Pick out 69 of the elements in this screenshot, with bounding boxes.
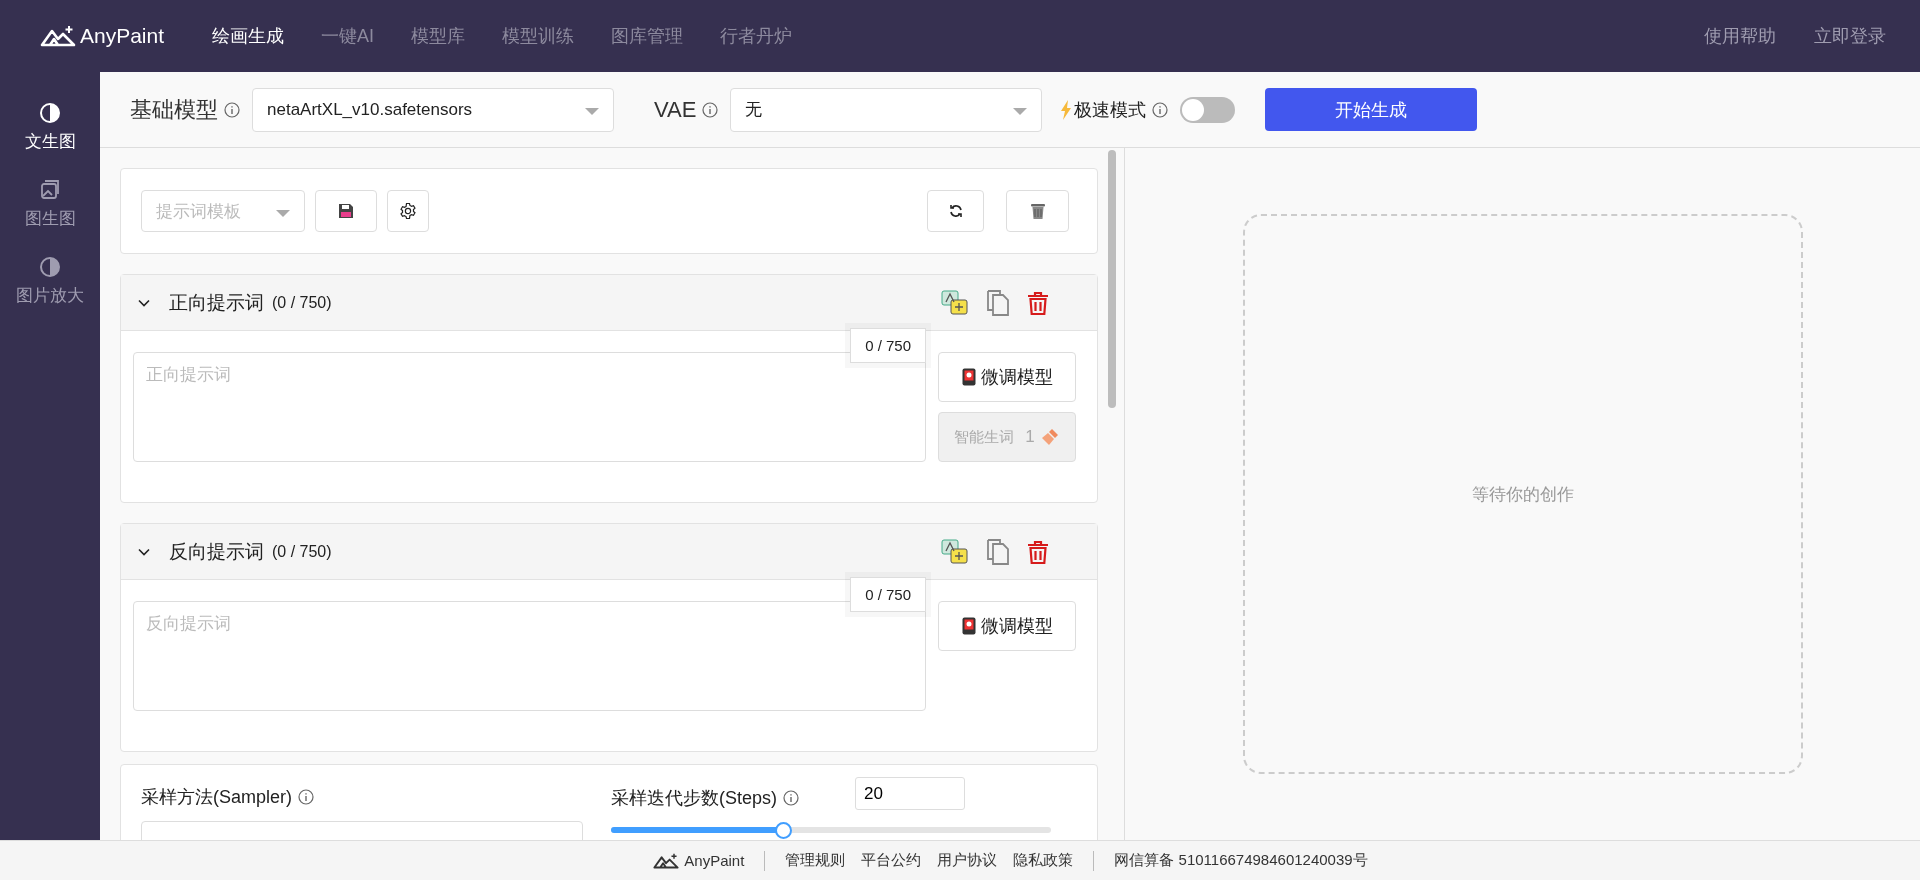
card-icon [961, 617, 976, 635]
refresh-button[interactable] [927, 190, 984, 232]
image-icon [39, 179, 61, 201]
generate-button[interactable]: 开始生成 [1265, 88, 1478, 131]
translate-icon[interactable] [941, 289, 969, 316]
nav-tab[interactable]: 模型训练 [502, 24, 574, 48]
sidebar-label: 图片放大 [16, 285, 84, 307]
icp-text: 网信算备 510116674984601240039号 [1114, 851, 1368, 870]
info-icon [1152, 101, 1169, 118]
sidebar-label: 图生图 [24, 208, 76, 230]
sidebar-item[interactable]: 文生图 [24, 102, 76, 153]
header-link[interactable]: 立即登录 [1814, 24, 1886, 48]
save-button[interactable] [315, 190, 377, 232]
vae-label: VAE [654, 96, 697, 123]
settings-button[interactable] [387, 190, 429, 232]
lora-button[interactable]: 微调模型 [938, 601, 1076, 651]
trash-button[interactable] [1006, 190, 1069, 232]
footer-link[interactable]: 隐私政策 [1013, 851, 1074, 870]
prompt-title: 反向提示词 [169, 539, 264, 564]
sidebar-label: 文生图 [24, 131, 76, 153]
save-icon [337, 202, 355, 220]
nav-tab[interactable]: 绘画生成 [212, 24, 284, 48]
turbo-toggle[interactable] [1180, 96, 1236, 123]
prompt-input[interactable]: 反向提示词 [133, 601, 926, 711]
nav-tab[interactable]: 一键AI [321, 24, 374, 48]
nav-tab[interactable]: 模型库 [411, 24, 465, 48]
model-select[interactable]: netaArtXL_v10.safetensors [252, 87, 614, 132]
settings-icon [399, 202, 417, 220]
refresh-icon [947, 203, 964, 219]
copy-icon[interactable] [987, 538, 1009, 565]
half-circle-icon [39, 256, 61, 278]
logo-text: AnyPaint [80, 24, 165, 48]
logo-icon [40, 25, 76, 47]
sidebar-item[interactable]: 图生图 [24, 179, 76, 230]
header-link[interactable]: 使用帮助 [1704, 24, 1776, 48]
char-count: (0 / 750) [272, 293, 332, 312]
footer-link[interactable]: 用户协议 [937, 851, 998, 870]
sampler-label: 采样方法(Sampler) [141, 786, 292, 809]
steps-label: 采样迭代步数(Steps) [611, 787, 778, 810]
lora-button[interactable]: 微调模型 [938, 352, 1076, 402]
model-label: 基础模型 [130, 95, 218, 124]
info-icon [702, 101, 719, 118]
prompt-title: 正向提示词 [169, 290, 264, 315]
copy-icon[interactable] [987, 289, 1009, 316]
info-icon [224, 101, 240, 118]
prompt-input[interactable]: 正向提示词 [133, 352, 926, 462]
vae-select[interactable]: 无 [730, 87, 1043, 132]
card-icon [961, 368, 976, 386]
waiting-message: 等待你的创作 [1471, 483, 1574, 506]
half-circle-icon [39, 102, 61, 124]
translate-icon[interactable] [941, 538, 969, 565]
char-count: (0 / 750) [272, 542, 332, 561]
footer-link[interactable]: 管理规则 [785, 851, 846, 870]
footer-link[interactable]: 平台公约 [861, 851, 922, 870]
nav-tab[interactable]: 图库管理 [611, 24, 683, 48]
logo-icon [652, 852, 681, 869]
scrollbar-thumb[interactable] [1108, 150, 1116, 408]
trash-icon[interactable] [1027, 539, 1049, 564]
lightning-icon [1060, 99, 1073, 120]
counter-tooltip: 0 / 750 [850, 577, 926, 612]
info-icon [783, 790, 800, 806]
info-icon [298, 789, 314, 805]
counter-tooltip: 0 / 750 [850, 328, 926, 363]
steps-input[interactable]: 20 [855, 777, 965, 810]
trash-icon[interactable] [1027, 290, 1049, 315]
sidebar-item[interactable]: 图片放大 [16, 256, 84, 307]
turbo-label: 极速模式 [1074, 98, 1147, 122]
footer-logo-text: AnyPaint [684, 852, 745, 869]
nav-tab[interactable]: 行者丹炉 [720, 24, 792, 48]
